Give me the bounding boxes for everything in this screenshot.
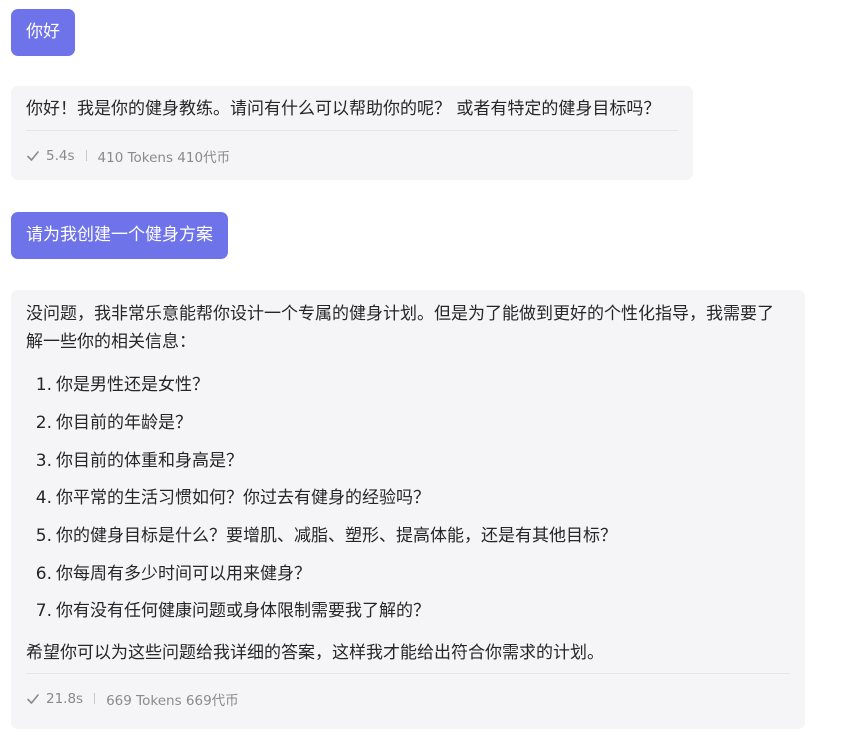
user-message-text: 你好 <box>26 22 60 42</box>
question-text: 你有没有任何健康问题或身体限制需要我了解的？ <box>56 601 430 622</box>
assistant-message-outro: 希望你可以为这些问题给我详细的答案，这样我才能给出符合你需求的计划。 <box>26 642 604 663</box>
question-text: 你平常的生活习惯如何？你过去有健身的经验吗？ <box>56 488 430 509</box>
question-number: 3. <box>35 450 52 471</box>
question-list-item: 4. 你平常的生活习惯如何？你过去有健身的经验吗？ <box>26 480 790 518</box>
question-list-item: 5. 你的健身目标是什么？要增肌、减脂、塑形、提高体能，还是有其他目标？ <box>26 518 790 556</box>
question-list-item: 6. 你每周有多少时间可以用来健身？ <box>26 555 790 593</box>
question-list-item: 1. 你是男性还是女性？ <box>26 367 790 405</box>
assistant-message: 没问题，我非常乐意能帮你设计一个专属的健身计划。但是为了能做到更好的个性化指导，… <box>11 290 805 729</box>
user-message[interactable]: 你好 <box>11 9 75 56</box>
question-list-item: 3. 你目前的体重和身高是？ <box>26 442 790 480</box>
assistant-message: 你好！我是你的健身教练。请问有什么可以帮助你的呢？ 或者有特定的健身目标吗？ 5… <box>11 86 693 180</box>
question-number: 2. <box>35 413 52 434</box>
meta-divider <box>85 150 87 161</box>
question-text: 你每周有多少时间可以用来健身？ <box>56 563 311 584</box>
question-text: 你目前的体重和身高是？ <box>56 450 243 471</box>
response-time: 5.4s <box>46 147 75 164</box>
assistant-message-text: 你好！我是你的健身教练。请问有什么可以帮助你的呢？ 或者有特定的健身目标吗？ <box>26 99 661 119</box>
question-text: 你的健身目标是什么？要增肌、减脂、塑形、提高体能，还是有其他目标？ <box>56 526 617 547</box>
assistant-message-intro: 没问题，我非常乐意能帮你设计一个专属的健身计划。但是为了能做到更好的个性化指导，… <box>26 304 774 352</box>
question-number: 6. <box>35 563 52 584</box>
question-number: 1. <box>35 375 52 396</box>
question-list: 1. 你是男性还是女性？ 2. 你目前的年龄是？ 3. 你目前的体重和身高是？ 4. 你平常的… <box>26 367 790 631</box>
meta-divider <box>94 693 96 705</box>
message-meta: 21.8s 669 Tokens 669代币 <box>26 672 790 724</box>
user-message-text: 请为我创建一个健身方案 <box>26 225 213 245</box>
question-number: 5. <box>35 526 52 547</box>
question-list-item: 7. 你有没有任何健康问题或身体限制需要我了解的？ <box>26 593 790 631</box>
question-number: 7. <box>35 601 52 622</box>
question-list-item: 2. 你目前的年龄是？ <box>26 405 790 443</box>
question-number: 4. <box>35 488 52 509</box>
token-count: 669 Tokens 669代币 <box>106 692 239 709</box>
question-text: 你目前的年龄是？ <box>56 413 192 434</box>
question-text: 你是男性还是女性？ <box>56 375 209 396</box>
token-count: 410 Tokens 410代币 <box>97 149 231 166</box>
message-meta: 5.4s 410 Tokens 410代币 <box>26 130 678 180</box>
response-time: 21.8s <box>46 690 84 707</box>
user-message[interactable]: 请为我创建一个健身方案 <box>11 212 228 259</box>
check-icon <box>27 150 39 161</box>
check-icon <box>27 694 39 704</box>
